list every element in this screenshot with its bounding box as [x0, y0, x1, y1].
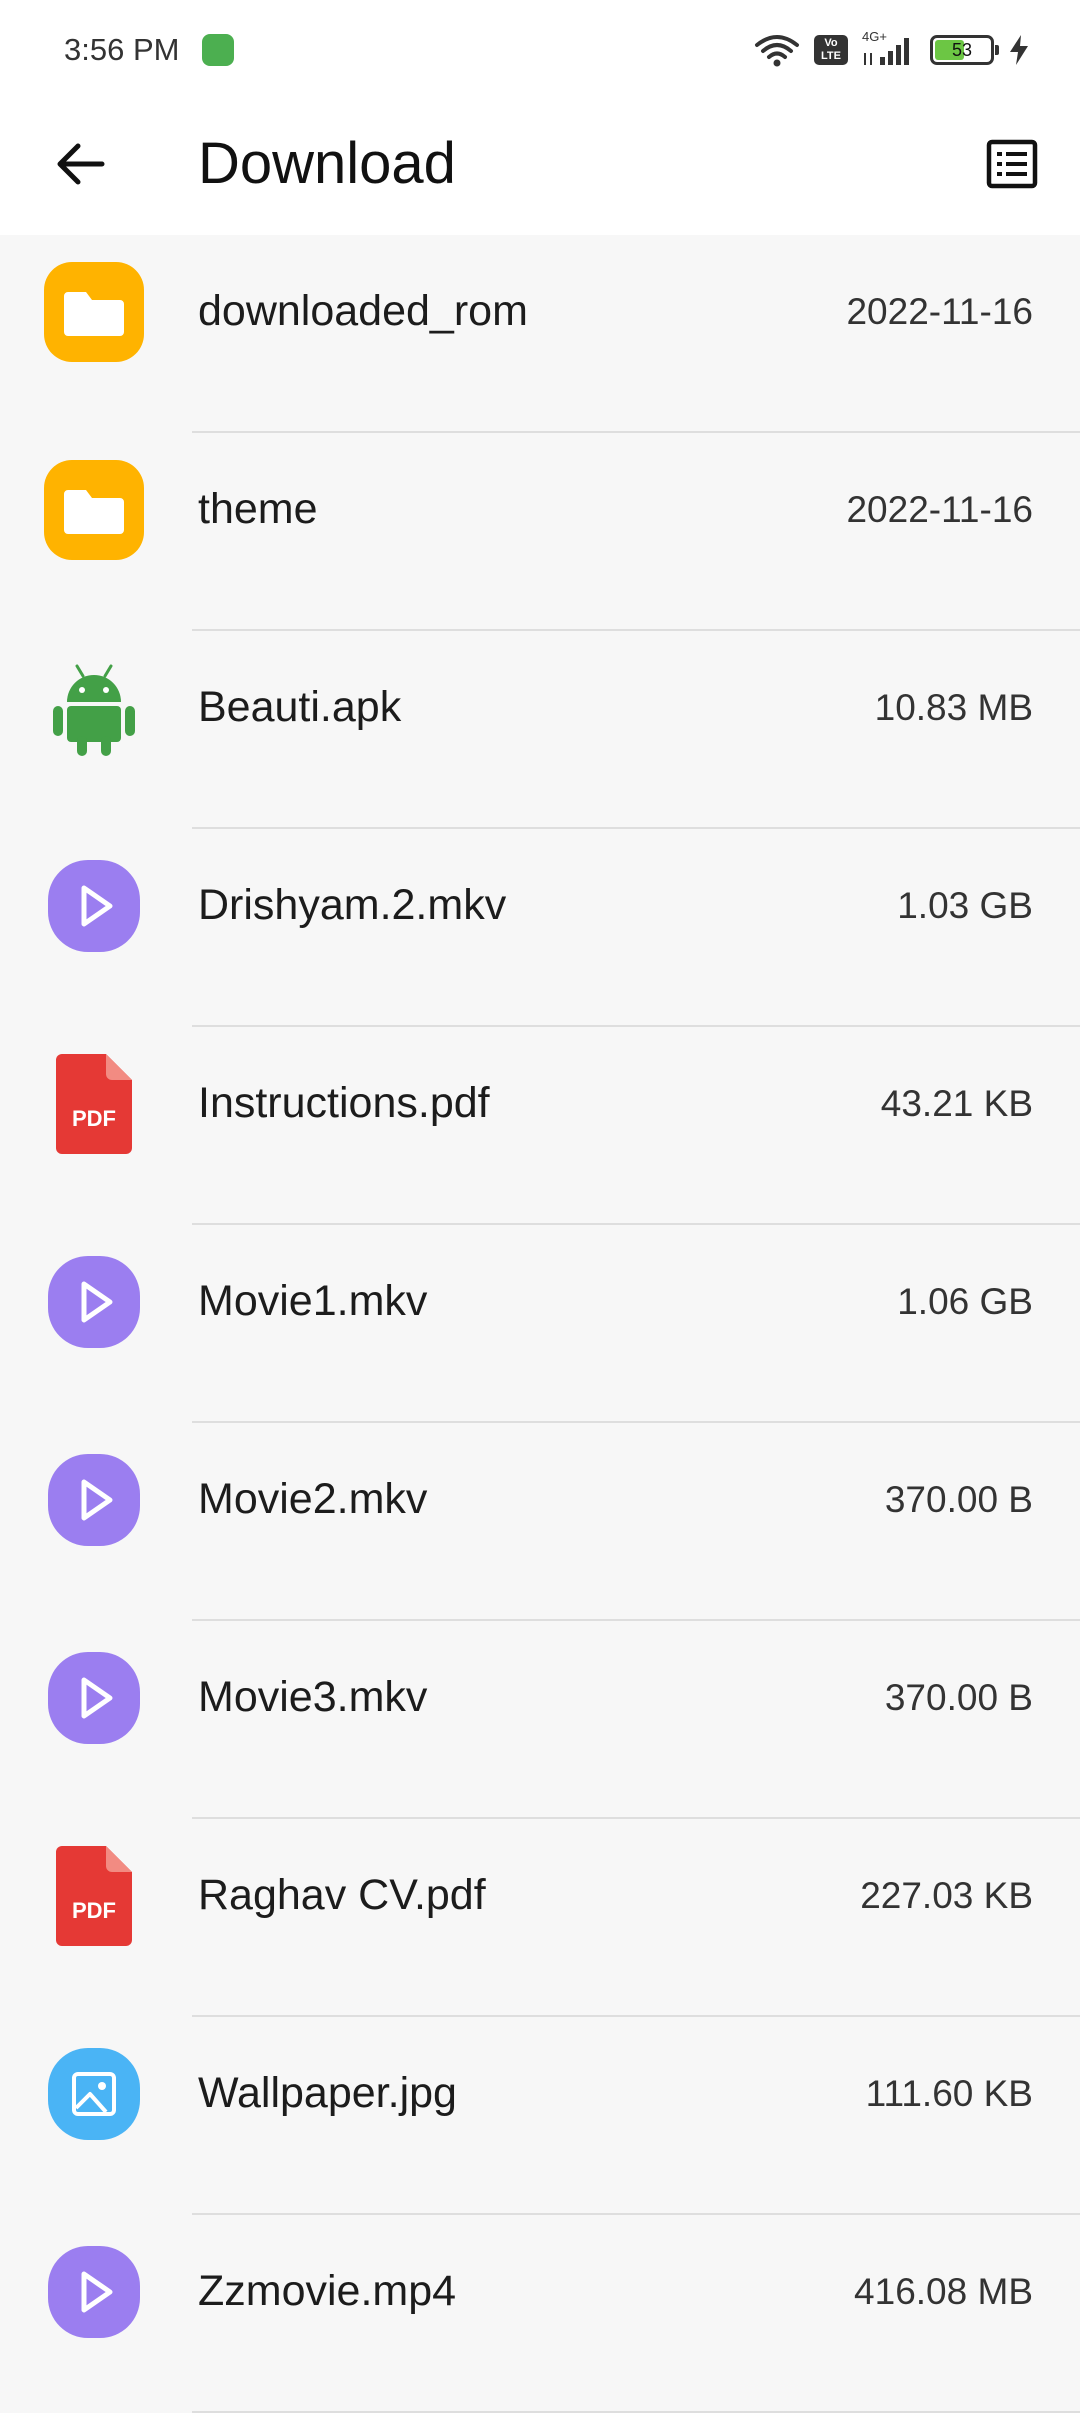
- file-list-item[interactable]: Movie3.mkv 370.00 B: [0, 1621, 1080, 1819]
- file-name: Beauti.apk: [198, 683, 402, 731]
- file-list-item[interactable]: PDF Raghav CV.pdf 227.03 KB: [0, 1819, 1080, 2017]
- status-bar: 3:56 PM Vo LTE 4G+ 53: [0, 0, 1080, 100]
- file-list-item[interactable]: downloaded_rom 2022-11-16: [0, 235, 1080, 433]
- file-name: Instructions.pdf: [198, 1079, 490, 1127]
- file-list: downloaded_rom 2022-11-16 theme 2022-11-16 B…: [0, 235, 1080, 2413]
- status-icons: Vo LTE 4G+ 53: [754, 29, 1030, 70]
- image-file-icon: [40, 2040, 148, 2148]
- file-name: Wallpaper.jpg: [198, 2069, 457, 2117]
- app-bar: Download: [0, 100, 1080, 235]
- app-notification-icon: [202, 34, 234, 66]
- file-size: 227.03 KB: [860, 1875, 1033, 1916]
- folder-icon: [40, 456, 148, 564]
- svg-text:PDF: PDF: [72, 1898, 116, 1923]
- file-size: 43.21 KB: [880, 1083, 1033, 1124]
- file-size: 111.60 KB: [865, 2073, 1033, 2114]
- svg-text:PDF: PDF: [72, 1106, 116, 1131]
- file-list-item[interactable]: Zzmovie.mp4 416.08 MB: [0, 2215, 1080, 2413]
- file-size: 1.03 GB: [897, 885, 1033, 926]
- wifi-icon: [755, 35, 799, 67]
- folder-icon: [40, 258, 148, 366]
- file-name: downloaded_rom: [198, 287, 528, 335]
- file-name: Zzmovie.mp4: [198, 2267, 457, 2315]
- list-view-icon: [986, 139, 1038, 189]
- android-apk-icon: [40, 654, 148, 762]
- file-size: 1.06 GB: [897, 1281, 1033, 1322]
- arrow-left-icon: [57, 143, 105, 185]
- file-list-item[interactable]: Drishyam.2.mkv 1.03 GB: [0, 829, 1080, 1027]
- video-file-icon: [40, 1446, 148, 1554]
- page-title: Download: [198, 131, 456, 196]
- back-button[interactable]: [44, 128, 116, 200]
- video-file-icon: [40, 1248, 148, 1356]
- file-name: Movie1.mkv: [198, 1277, 428, 1325]
- video-file-icon: [40, 1644, 148, 1752]
- file-list-item[interactable]: theme 2022-11-16: [0, 433, 1080, 631]
- volte-icon: Vo LTE: [814, 35, 848, 65]
- file-date: 2022-11-16: [846, 291, 1033, 332]
- file-name: Raghav CV.pdf: [198, 1871, 486, 1919]
- file-name: theme: [198, 485, 318, 533]
- battery-percent: 53: [951, 40, 973, 60]
- file-date: 2022-11-16: [846, 489, 1033, 530]
- file-size: 416.08 MB: [854, 2271, 1033, 2312]
- pdf-file-icon: PDF: [40, 1842, 148, 1950]
- video-file-icon: [40, 2238, 148, 2346]
- file-list-item[interactable]: Movie2.mkv 370.00 B: [0, 1423, 1080, 1621]
- file-size: 370.00 B: [884, 1479, 1033, 1520]
- status-time: 3:56 PM: [64, 32, 180, 67]
- file-name: Movie2.mkv: [198, 1475, 428, 1523]
- view-mode-button[interactable]: [974, 126, 1050, 202]
- file-name: Drishyam.2.mkv: [198, 881, 507, 929]
- battery-icon: 53: [930, 35, 999, 65]
- file-size: 10.83 MB: [874, 687, 1033, 728]
- file-size: 370.00 B: [884, 1677, 1033, 1718]
- video-file-icon: [40, 852, 148, 960]
- file-list-item[interactable]: Movie1.mkv 1.06 GB: [0, 1225, 1080, 1423]
- file-list-item[interactable]: PDF Instructions.pdf 43.21 KB: [0, 1027, 1080, 1225]
- charging-bolt-icon: [1010, 35, 1028, 65]
- pdf-file-icon: PDF: [40, 1050, 148, 1158]
- file-name: Movie3.mkv: [198, 1673, 428, 1721]
- file-list-item[interactable]: Beauti.apk 10.83 MB: [0, 631, 1080, 829]
- cell-signal-icon: 4G+: [862, 29, 916, 67]
- file-list-item[interactable]: Wallpaper.jpg 111.60 KB: [0, 2017, 1080, 2215]
